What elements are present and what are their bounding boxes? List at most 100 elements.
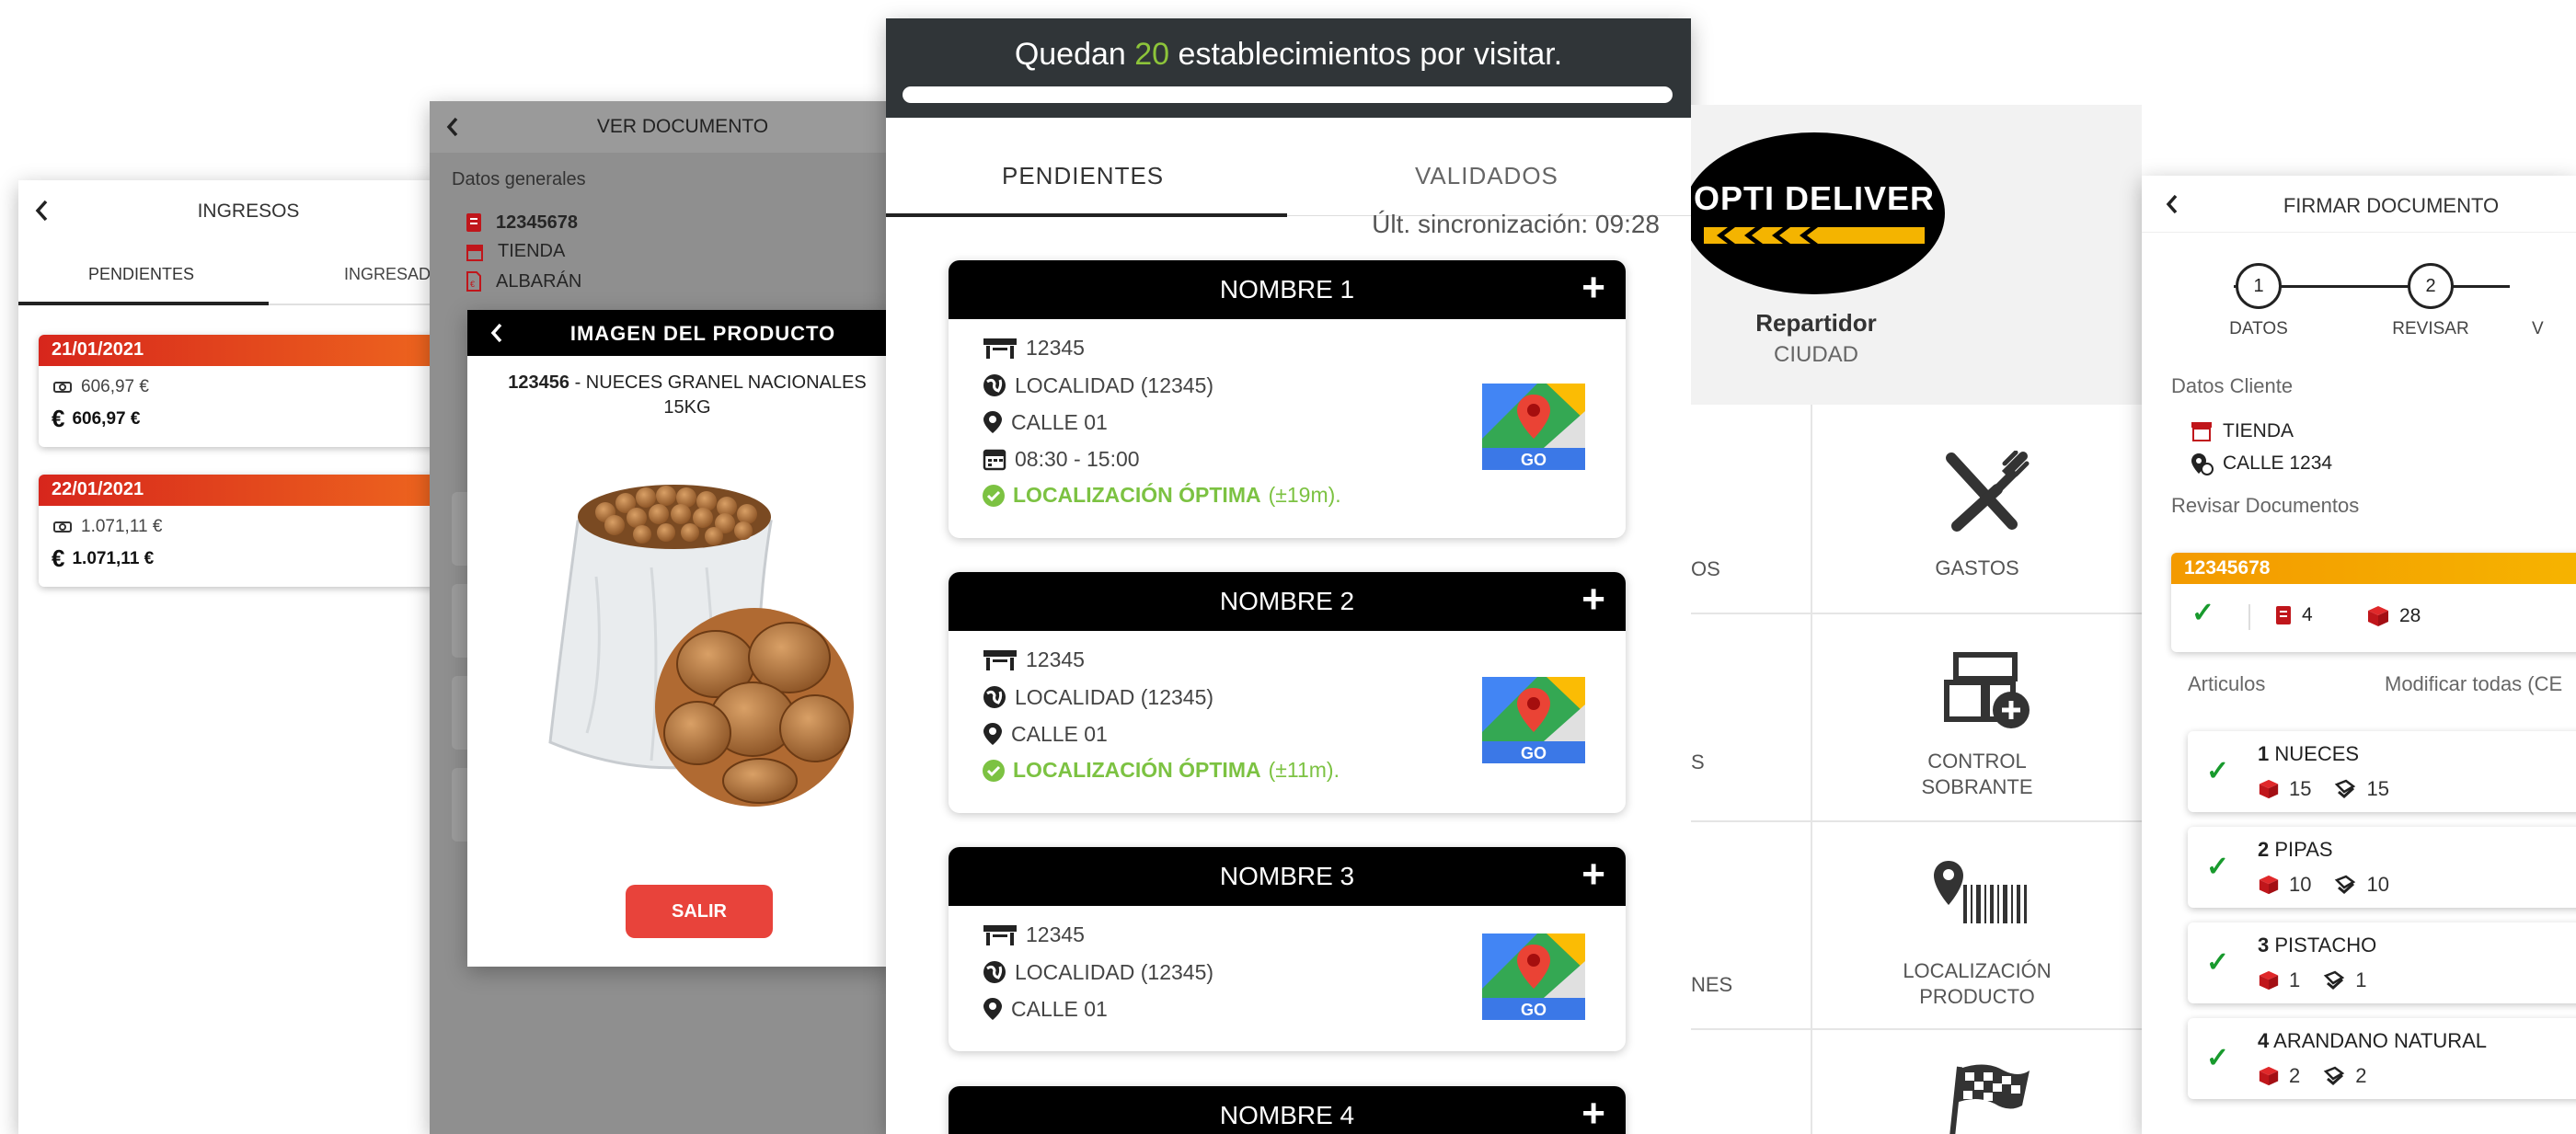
google-maps-go-icon[interactable]: GO — [1482, 677, 1585, 763]
article-checked: 10 — [2366, 873, 2389, 896]
ingreso-card[interactable]: 21/01/2021 606,97 € € 606,97 € — [39, 335, 471, 447]
location-tolerance: (±19m). — [1268, 483, 1341, 507]
shop-icon — [982, 923, 1018, 947]
article-name: ARANDANO NATURAL — [2273, 1029, 2488, 1052]
stores-tabs: PENDIENTES VALIDADOS — [886, 118, 1691, 219]
globe-icon — [982, 684, 1007, 710]
step-label: V — [2532, 319, 2544, 338]
svg-text:GO: GO — [1521, 744, 1547, 762]
section-datos-generales: Datos generales — [452, 169, 586, 189]
ingresos-screen: INGRESOS PENDIENTES INGRESADOS 21/01/202… — [18, 180, 478, 1134]
boxes-add-icon — [1943, 649, 2031, 732]
step-1[interactable]: 1 — [2236, 263, 2282, 309]
article-qty: 10 — [2289, 873, 2312, 896]
menu-item-localizacion-producto[interactable]: LOCALIZACIÓN PRODUCTO — [1812, 820, 2142, 1028]
menu-item-gastos[interactable]: GASTOS — [1812, 405, 2142, 613]
step-label: DATOS — [2229, 319, 2288, 338]
menu-item-control-sobrante[interactable]: CONTROL SOBRANTE — [1812, 613, 2142, 820]
modify-all-link[interactable]: Modificar todas (CE — [2385, 672, 2562, 696]
articles-label: Articulos — [2188, 672, 2266, 695]
exit-button[interactable]: SALIR — [626, 885, 773, 938]
article-qty: 2 — [2289, 1064, 2301, 1087]
calendar-icon — [982, 446, 1007, 472]
ingreso-amount: 1.071,11 € — [81, 517, 163, 536]
ver-documento-title: VER DOCUMENTO — [596, 116, 769, 137]
verified-icon — [2333, 875, 2357, 895]
verified-icon — [2322, 970, 2346, 991]
google-maps-go-icon[interactable]: GO — [1482, 384, 1585, 470]
cash-icon — [52, 519, 74, 535]
visit-status-bar: Quedan 20 establecimientos por visitar. — [886, 18, 1691, 118]
globe-icon — [982, 372, 1007, 398]
store-name: NOMBRE 4 — [1219, 1101, 1355, 1129]
store-street: CALLE 01 — [1011, 996, 1108, 1021]
svg-text:GO: GO — [1521, 1001, 1547, 1019]
client-store: TIENDA — [2223, 420, 2294, 441]
article-row[interactable]: ✓ 1 NUECES 15 15 — [2188, 731, 2576, 812]
article-checked: 2 — [2355, 1064, 2367, 1087]
store-card[interactable]: NOMBRE 3 + 12345 LOCALIDAD (12345) CALLE… — [949, 847, 1626, 1051]
check-icon: ✓ — [2191, 598, 2215, 628]
store-street: CALLE 01 — [1011, 721, 1108, 746]
store-name: NOMBRE 2 — [1219, 587, 1355, 615]
expand-plus-icon[interactable]: + — [1581, 854, 1605, 895]
stores-screen: Quedan 20 establecimientos por visitar. … — [886, 18, 1691, 1134]
article-row[interactable]: ✓ 3 PISTACHO 1 1 — [2188, 922, 2576, 1003]
box-icon — [2258, 969, 2280, 991]
article-row[interactable]: ✓ 2 PIPAS 10 10 — [2188, 827, 2576, 908]
store-card[interactable]: NOMBRE 4 + — [949, 1086, 1626, 1134]
expand-plus-icon[interactable]: + — [1581, 579, 1605, 620]
product-name: - NUECES GRANEL NACIONALES — [569, 372, 867, 393]
google-maps-go-icon[interactable]: GO — [1482, 934, 1585, 1020]
shop-icon — [982, 337, 1018, 361]
article-number: 1 — [2258, 742, 2270, 765]
product-image-modal: IMAGEN DEL PRODUCTO 123456 - NUECES GRAN… — [467, 310, 892, 967]
store-card[interactable]: NOMBRE 1 + 12345 LOCALIDAD (12345) CALLE… — [949, 260, 1626, 538]
tab-pendientes[interactable]: PENDIENTES — [88, 265, 194, 284]
section-datos-cliente: Datos Cliente — [2171, 374, 2294, 397]
shop-icon — [982, 648, 1018, 672]
user-role: Repartidor — [1755, 309, 1877, 337]
ingreso-amount: 606,97 € — [81, 377, 149, 396]
article-row[interactable]: ✓ 4 ARANDANO NATURAL 2 2 — [2188, 1018, 2576, 1099]
euro-icon: € — [52, 405, 65, 432]
document-card[interactable]: 12345678 ✓ 4 28 — [2171, 553, 2576, 652]
menu-item-finalizar[interactable] — [1812, 1028, 2142, 1134]
tab-validados[interactable]: VALIDADOS — [1415, 162, 1558, 190]
box-icon — [2366, 604, 2390, 628]
store-card[interactable]: NOMBRE 2 + 12345 LOCALIDAD (12345) CALLE… — [949, 572, 1626, 813]
verified-icon — [2322, 1066, 2346, 1086]
walnut-sack-image — [523, 430, 854, 816]
tab-pendientes[interactable]: PENDIENTES — [1002, 162, 1164, 190]
check-circle-icon — [982, 759, 1006, 783]
checkered-flag-icon — [1949, 1063, 2031, 1134]
ingreso-date: 22/01/2021 — [39, 475, 471, 506]
ingreso-card[interactable]: 22/01/2021 1.071,11 € € 1.071,11 € — [39, 475, 471, 587]
menu-item-label-partial: S — [1691, 750, 1705, 773]
remaining-count: 20 — [1134, 37, 1170, 72]
store-locality: LOCALIDAD (12345) — [1015, 684, 1214, 709]
expand-plus-icon[interactable]: + — [1581, 268, 1605, 308]
ingresos-tabs: PENDIENTES INGRESADOS — [18, 245, 478, 305]
document-count: 4 — [2302, 604, 2313, 625]
cutlery-icon — [1944, 451, 2032, 533]
ingreso-date: 21/01/2021 — [39, 335, 471, 366]
pin-icon — [982, 721, 1004, 747]
client-street: CALLE 1234 — [2223, 452, 2333, 474]
modal-title: IMAGEN DEL PRODUCTO — [569, 322, 836, 345]
menu-label: SOBRANTE — [1921, 775, 2033, 798]
box-icon — [2258, 874, 2280, 896]
product-description: 123456 - NUECES GRANEL NACIONALES 15KG — [482, 371, 892, 420]
ingreso-total: 606,97 € — [72, 408, 141, 429]
article-qty: 1 — [2289, 968, 2301, 991]
box-icon — [2258, 778, 2280, 800]
expand-plus-icon[interactable]: + — [1581, 1094, 1605, 1134]
menu-item-label-partial: NES — [1691, 973, 1733, 996]
menu-label: LOCALIZACIÓN — [1903, 959, 2052, 982]
firmar-documento-screen: FIRMAR DOCUMENTO 1 2 DATOS REVISAR V Dat… — [2142, 176, 2576, 1134]
menu-label: CONTROL — [1927, 750, 2027, 773]
step-2[interactable]: 2 — [2408, 263, 2454, 309]
pin-icon — [982, 409, 1004, 435]
document-icon — [2274, 604, 2293, 626]
menu-item-label-partial: OS — [1691, 557, 1720, 580]
